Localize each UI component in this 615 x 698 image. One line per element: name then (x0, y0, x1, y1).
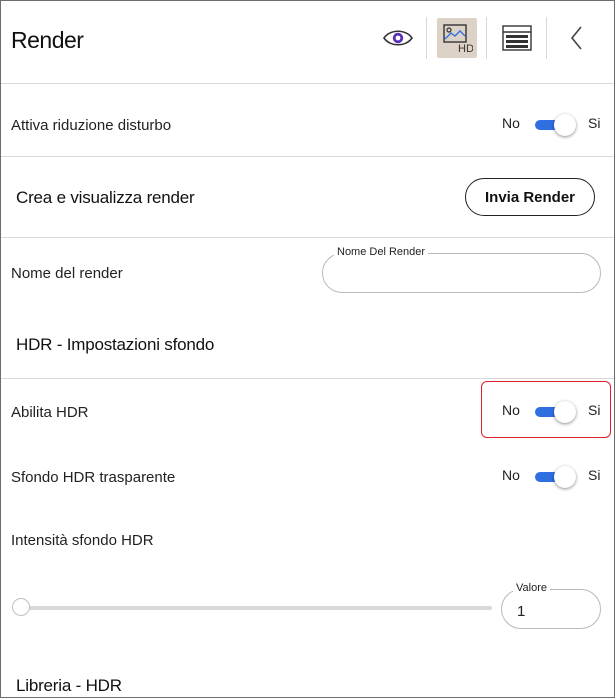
render-name-field[interactable]: Nome Del Render (322, 246, 601, 293)
eye-icon[interactable] (378, 18, 418, 58)
toggle-knob (554, 114, 576, 136)
list-panel-icon[interactable] (497, 18, 537, 58)
hdr-intensity-slider[interactable] (23, 606, 492, 610)
divider (1, 237, 614, 238)
divider (1, 156, 614, 157)
hdr-settings-heading: HDR - Impostazioni sfondo (16, 335, 215, 354)
svg-text:HD: HD (458, 43, 473, 54)
hdr-intensity-legend: Valore (513, 582, 550, 594)
header-divider (486, 17, 487, 59)
toggle-knob (554, 401, 576, 423)
enable-hdr-label: Abilita HDR (11, 404, 89, 421)
hdr-intensity-input[interactable] (515, 600, 594, 622)
hd-image-icon[interactable]: HD (437, 18, 477, 58)
render-name-label: Nome del render (11, 265, 123, 282)
page-title: Render (11, 27, 84, 53)
render-name-input[interactable] (339, 263, 593, 285)
transparent-hdr-no-label: No (502, 467, 520, 483)
header-divider (546, 17, 547, 59)
create-render-heading: Crea e visualizza render (16, 188, 195, 207)
transparent-hdr-label: Sfondo HDR trasparente (11, 469, 176, 486)
render-panel: Render HD Attiva riduzione disturbo No S… (0, 0, 615, 698)
render-name-legend: Nome Del Render (334, 246, 429, 258)
chevron-left-icon[interactable] (557, 18, 597, 58)
divider (1, 378, 614, 379)
denoise-si-label: Si (588, 115, 601, 131)
slider-thumb[interactable] (12, 598, 30, 616)
header-divider (426, 17, 427, 59)
panel-header: Render HD (1, 1, 614, 84)
denoise-toggle[interactable] (533, 113, 577, 137)
transparent-hdr-si-label: Si (588, 467, 601, 483)
enable-hdr-toggle[interactable] (533, 400, 577, 424)
denoise-label: Attiva riduzione disturbo (11, 117, 172, 134)
hdr-intensity-label: Intensità sfondo HDR (11, 532, 154, 549)
hdr-intensity-value-field[interactable]: Valore (501, 582, 601, 629)
enable-hdr-no-label: No (502, 402, 520, 418)
transparent-hdr-toggle[interactable] (533, 465, 577, 489)
hdr-library-heading: Libreria - HDR (16, 676, 122, 695)
enable-hdr-si-label: Si (588, 402, 601, 418)
send-render-button[interactable]: Invia Render (465, 178, 595, 216)
toggle-knob (554, 466, 576, 488)
denoise-no-label: No (502, 115, 520, 131)
